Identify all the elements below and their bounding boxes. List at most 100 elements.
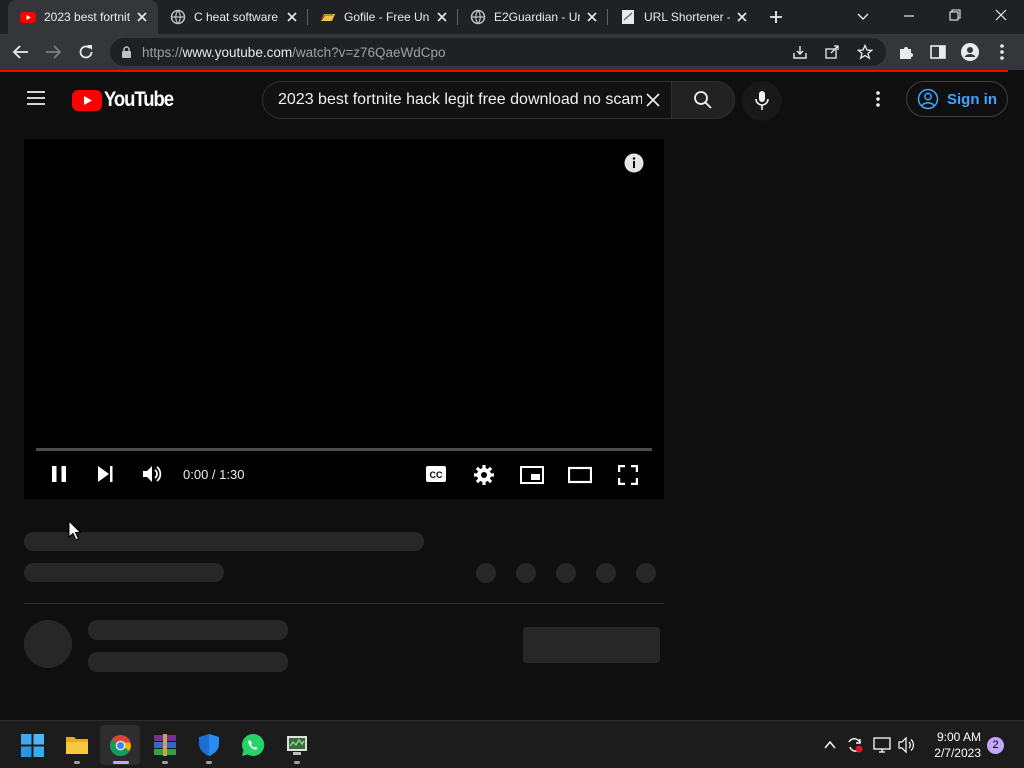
close-tab-icon[interactable] <box>284 9 300 25</box>
clear-search-icon[interactable] <box>645 92 661 108</box>
profile-icon[interactable] <box>960 42 980 62</box>
subscriber-count-placeholder <box>88 652 288 672</box>
volume-icon[interactable] <box>142 464 164 484</box>
lock-icon[interactable] <box>121 46 132 59</box>
hamburger-menu-icon[interactable] <box>26 89 46 107</box>
account-icon <box>917 88 939 110</box>
minimize-icon[interactable] <box>902 9 916 23</box>
tab-url-shortener[interactable]: URL Shortener - <box>608 0 758 34</box>
browser-toolbar: https://www.youtube.com/watch?v=z76QaeWd… <box>0 34 1024 70</box>
close-tab-icon[interactable] <box>734 9 750 25</box>
url-host: www.youtube.com <box>182 45 293 60</box>
running-indicator <box>294 761 300 764</box>
file-explorer-icon[interactable] <box>65 734 89 756</box>
theater-mode-icon[interactable] <box>568 466 592 484</box>
running-indicator <box>162 761 168 764</box>
tab-e2guardian[interactable]: E2Guardian - Unblocked <box>458 0 608 34</box>
extensions-icon[interactable] <box>897 43 915 61</box>
close-tab-icon[interactable] <box>434 9 450 25</box>
network-icon[interactable] <box>873 736 891 754</box>
views-placeholder <box>24 563 224 582</box>
windows-taskbar: 9:00 AM 2/7/2023 2 <box>0 720 1024 768</box>
search-button[interactable] <box>671 81 735 119</box>
tab-title: URL Shortener - <box>644 10 730 24</box>
back-icon[interactable] <box>12 43 30 61</box>
globe-icon <box>470 9 486 25</box>
tab-search-icon[interactable] <box>856 9 870 23</box>
reload-icon[interactable] <box>77 43 95 61</box>
sign-in-button[interactable]: Sign in <box>906 81 1008 117</box>
install-app-icon[interactable] <box>792 44 808 60</box>
start-icon[interactable] <box>21 734 44 757</box>
close-tab-icon[interactable] <box>134 9 150 25</box>
whatsapp-icon[interactable] <box>241 733 265 757</box>
action-placeholder <box>636 563 656 583</box>
globe-icon <box>170 9 186 25</box>
gofile-icon <box>321 14 335 21</box>
speaker-icon[interactable] <box>898 736 916 754</box>
chrome-icon[interactable] <box>109 734 132 757</box>
title-placeholder <box>24 532 424 551</box>
tab-cheat-software[interactable]: C heat software <box>158 0 308 34</box>
tab-youtube[interactable]: 2023 best fortnite hack legit free downl… <box>8 0 158 34</box>
winrar-icon[interactable] <box>153 733 177 757</box>
address-bar[interactable]: https://www.youtube.com/watch?v=z76QaeWd… <box>110 38 886 66</box>
youtube-logo-text: YouTube <box>104 88 174 111</box>
windows-security-icon[interactable] <box>197 733 221 757</box>
clock-time: 9:00 AM <box>936 730 981 744</box>
fullscreen-icon[interactable] <box>618 465 638 485</box>
svg-text:CC: CC <box>430 470 443 480</box>
progress-bar[interactable] <box>36 448 652 451</box>
page-icon <box>622 10 634 24</box>
tab-gofile[interactable]: Gofile - Free Unlimited file sharing <box>308 0 458 34</box>
running-indicator <box>74 761 80 764</box>
miniplayer-icon[interactable] <box>520 466 544 484</box>
url-scheme: https:// <box>142 45 183 60</box>
voice-search-button[interactable] <box>742 81 782 121</box>
search-field[interactable]: 2023 best fortnite hack legit free downl… <box>262 81 672 119</box>
show-hidden-icons-icon[interactable] <box>823 738 837 752</box>
restore-icon[interactable] <box>948 8 962 22</box>
microphone-icon <box>755 91 769 110</box>
tab-title: C heat software <box>194 10 279 24</box>
time-display: 0:00 / 1:30 <box>183 467 245 482</box>
action-placeholder <box>556 563 576 583</box>
url-text: https://www.youtube.com/watch?v=z76QaeWd… <box>142 45 446 60</box>
next-video-icon[interactable] <box>96 465 114 483</box>
action-placeholder <box>596 563 616 583</box>
forward-icon[interactable] <box>44 43 62 61</box>
close-tab-icon[interactable] <box>584 9 600 25</box>
settings-gear-icon[interactable] <box>473 464 495 486</box>
active-indicator <box>113 761 129 764</box>
bookmark-star-icon[interactable] <box>857 44 873 60</box>
system-clock[interactable]: 9:00 AM 2/7/2023 <box>934 729 981 761</box>
youtube-icon <box>20 12 36 23</box>
chrome-menu-icon[interactable] <box>996 43 1008 61</box>
notification-badge[interactable]: 2 <box>987 737 1004 754</box>
side-panel-icon[interactable] <box>929 43 947 61</box>
share-icon[interactable] <box>824 44 840 60</box>
pause-icon[interactable] <box>50 465 68 483</box>
settings-more-icon[interactable] <box>872 89 884 109</box>
youtube-logo[interactable]: YouTube <box>72 88 182 112</box>
task-manager-icon[interactable] <box>285 733 309 757</box>
tab-title: E2Guardian - Unblocked <box>494 10 580 24</box>
sync-icon[interactable] <box>846 736 864 754</box>
divider <box>24 603 664 604</box>
search-input[interactable]: 2023 best fortnite hack legit free downl… <box>278 91 642 109</box>
subtitles-icon[interactable]: CC <box>425 465 447 483</box>
tab-title: Gofile - Free Unlimited file sharing <box>344 10 430 24</box>
youtube-header: YouTube 2023 best fortnite hack legit fr… <box>0 72 1024 126</box>
close-window-icon[interactable] <box>994 8 1008 22</box>
channel-avatar-placeholder <box>24 620 72 668</box>
search-icon <box>694 91 712 109</box>
clock-date: 2/7/2023 <box>934 746 981 760</box>
action-placeholder <box>516 563 536 583</box>
sign-in-label: Sign in <box>947 90 997 108</box>
info-icon[interactable] <box>624 153 644 173</box>
browser-tab-strip: 2023 best fortnite hack legit free downl… <box>0 0 1024 34</box>
channel-name-placeholder <box>88 620 288 640</box>
running-indicator <box>206 761 212 764</box>
new-tab-icon[interactable] <box>768 9 784 25</box>
video-player[interactable]: 0:00 / 1:30 CC <box>24 139 664 499</box>
